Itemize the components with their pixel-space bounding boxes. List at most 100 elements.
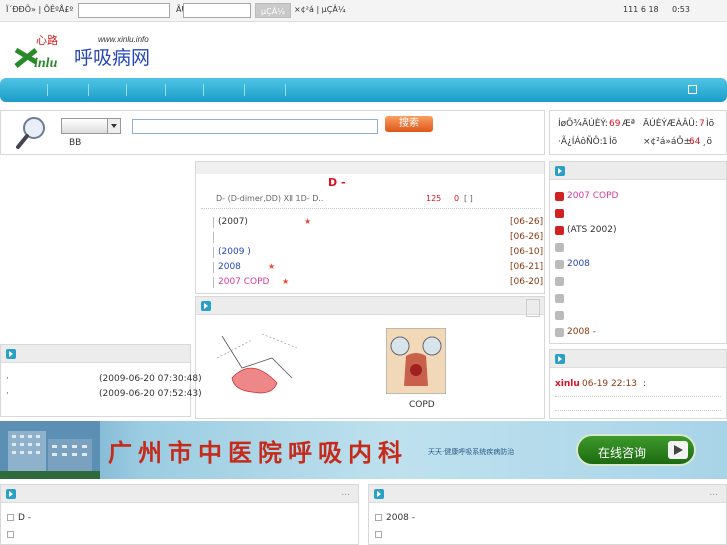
search-button[interactable]: 搜索 [385,116,433,132]
news-item-title[interactable]: 2008 [218,262,241,272]
left-list-item[interactable]: · [6,389,9,399]
left-list-date: (2009-06-20 07:30:48) [99,374,202,384]
list-marker [213,262,214,273]
rank-badge-icon [555,311,564,320]
news-item-date: [06-26] [510,232,544,242]
rank-badge-icon [555,294,564,303]
stat-value: 64 [689,137,701,147]
rank-badge-icon [555,209,564,218]
hot-star-icon: ★ [282,277,290,286]
search-input[interactable] [132,119,378,134]
banner-title: 广州市中医院呼吸内科 [108,438,408,467]
more-link[interactable]: ... [341,488,350,498]
bottom-right-panel: ... 2008 - [368,484,727,545]
thumbnail-diagram[interactable] [212,328,302,396]
stat-unit: Ìõ [609,137,618,147]
thumbnail-lungs[interactable] [386,328,446,394]
news-item-date: [06-10] [510,247,544,257]
stat-unit: Æª [622,119,636,129]
stat-value: 69 [609,119,621,129]
panel-arrow-icon [6,489,16,499]
rank-badge-icon [555,192,564,201]
left-list-item[interactable]: · [6,374,9,384]
bullet-icon [7,531,14,538]
online-consult-button[interactable]: 在线咨询 [576,434,696,466]
image-panel: COPD [195,296,545,419]
top-login-bar: Ï´ÐÐÕ» | ÕÊºÅ£º ÃÜÂë£º µÇÂ¼ ×¢²á | µÇÂ¼ … [0,0,727,22]
rank-badge-icon [555,243,564,252]
stat-label: ÄÚÈÝÆÀÂÛ: [643,119,698,129]
bullet-icon [375,531,382,538]
list-marker [213,217,214,228]
stat-label: ·Ã¿ÍÁôÑÔ: [558,137,603,147]
site-stats-panel: ÍøÕ¾ÄÚÈÝ: 69 Æª ÄÚÈÝÆÀÂÛ: 7 Ìõ ·Ã¿ÍÁôÑÔ:… [549,110,727,155]
chevron-down-icon[interactable] [107,119,120,133]
login-button[interactable]: µÇÂ¼ [255,3,291,18]
hot-star-icon: ★ [268,262,276,271]
date-text: 111 6 18 [623,5,659,14]
hot-star-icon: ★ [304,217,312,226]
rank-badge-icon [555,328,564,337]
ranking-panel: 2007 COPD (ATS 2002) 2008 2008 - [549,161,727,344]
headline-subtitle: D- (D-dimer,DD) XⅡ 1D- D.. [216,194,324,203]
rank-badge-icon [555,260,564,269]
news-item-title[interactable]: (2007) [218,217,248,227]
search-sub-label: BB [69,138,82,148]
stat-unit: ¸ö [702,137,713,147]
logo-graphic: inlu 心路 www.xinlu.info 呼吸病网 [14,34,150,71]
nav-separator [285,84,286,96]
panel-arrow-icon [555,166,565,176]
stat-value: 1 [602,137,608,147]
panel-arrow-icon [201,301,211,311]
headline-comments: 0 [454,194,460,203]
bullet-icon [7,514,14,521]
comment-user[interactable]: xinlu [555,379,580,389]
site-logo[interactable]: inlu 心路 www.xinlu.info 呼吸病网 [14,30,174,72]
main-nav-bar [0,78,727,102]
rank-item[interactable]: 2008 - [567,327,596,337]
headline-hits: 125 [426,194,442,203]
headline-more[interactable]: [ ] [464,194,473,203]
left-updates-panel: · (2009-06-20 07:30:48) · (2009-06-20 07:52… [0,344,202,417]
password-input[interactable] [183,3,251,18]
bottom-left-item[interactable]: D - [18,513,31,523]
bottom-left-panel: ... D - [0,484,359,545]
stat-label: ÍøÕ¾ÄÚÈÝ: [558,119,608,129]
rank-badge-icon [555,226,564,235]
category-select[interactable] [61,118,121,134]
hospital-building-image [0,421,100,479]
bottom-right-item[interactable]: 2008 - [386,513,415,523]
thumbnail-caption[interactable]: COPD [409,400,435,410]
rank-item[interactable]: 2008 [567,259,590,269]
nav-separator [203,84,204,96]
more-link[interactable]: ... [709,488,718,498]
register-links[interactable]: ×¢²á | µÇÂ¼ [294,5,346,14]
panel-arrow-icon [555,354,565,364]
svg-text:inlu: inlu [34,56,58,71]
magnifier-icon [16,117,45,149]
list-marker [213,247,214,258]
logo-top-glyph: 心路 [36,34,58,47]
news-item-date: [06-26] [510,217,544,227]
news-item-date: [06-21] [510,262,544,272]
time-text: 0:53 [672,5,690,14]
nav-separator [88,84,89,96]
headline-title[interactable]: D - [328,176,346,189]
rss-icon[interactable] [688,85,697,94]
ad-banner[interactable]: 广州市中医院呼吸内科 天天·健康呼吸系统疾病防治 在线咨询 [0,421,727,479]
left-list-date: (2009-06-20 07:52:43) [99,389,202,399]
search-panel: BB 搜索 [0,110,545,155]
rank-item[interactable]: (ATS 2002) [567,225,616,235]
list-marker [213,232,214,243]
banner-slogan: 天天·健康呼吸系统疾病防治 [428,448,515,456]
list-marker [213,277,214,288]
stat-unit: Ìõ [706,119,715,129]
news-item-title[interactable]: 2007 COPD [218,277,270,287]
nav-separator [47,84,48,96]
headline-panel: D - D- (D-dimer,DD) XⅡ 1D- D.. 125 0 [ ]… [195,161,545,294]
news-item-title[interactable]: (2009 ) [218,247,251,257]
username-input[interactable] [78,3,170,18]
panel-scroll-handle[interactable] [526,299,540,317]
rank-item[interactable]: 2007 COPD [567,191,619,201]
bullet-icon [375,514,382,521]
